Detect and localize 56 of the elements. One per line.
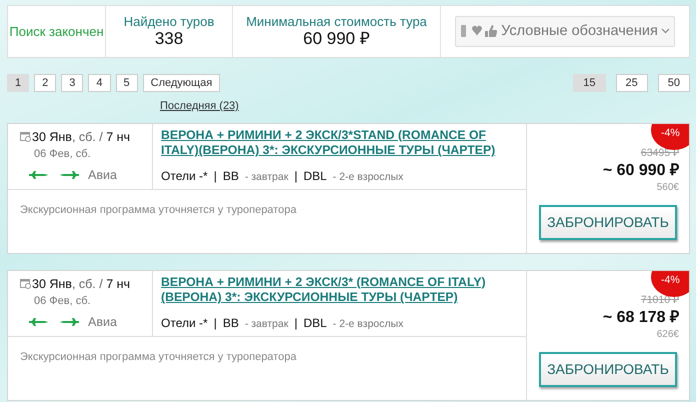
page-button[interactable]: 3 — [61, 74, 84, 92]
plane-icon — [58, 170, 80, 180]
separator: | — [294, 168, 298, 186]
page-button[interactable]: 4 — [88, 74, 110, 92]
detail-description: - завтрак — [244, 170, 288, 186]
departure-date: 30 Янв, сб. / 7 нч — [32, 128, 130, 146]
plane-icon — [28, 317, 50, 328]
page-button[interactable]: 5 — [116, 74, 138, 92]
transport-type: Авиа — [88, 314, 117, 331]
detail-value: BB — [222, 168, 239, 186]
page-size-button[interactable]: 15 — [573, 74, 606, 92]
discount-badge: -4% — [651, 124, 689, 150]
legend-icons — [460, 24, 498, 38]
min-price-label: Минимальная стоимость тура — [246, 14, 427, 30]
detail-description: - 2-е взрослых — [332, 317, 404, 332]
price-eur: 626€ — [656, 328, 679, 342]
plane-icon — [28, 170, 50, 180]
plane-icon — [58, 317, 80, 328]
tour-title-link[interactable]: ВЕРОНА + РИМИНИ + 2 ЭКСК/3* (ROMANCE OF ITALY) (ВЕРОНА) 3*: ЭКСКУРСИОННЫЕ ТУРЫ (ЧАРТЕР) — [161, 274, 518, 306]
hotel-category: Отели -* — [161, 168, 208, 186]
hotel-category: Отели -* — [161, 315, 208, 332]
search-status: Поиск закончен — [9, 24, 104, 40]
price: ~ 68 178 ₽ — [602, 308, 679, 328]
page-button[interactable]: 1 — [7, 74, 30, 92]
next-page-button[interactable]: Следующая — [142, 74, 220, 92]
page-size-button[interactable]: 25 — [616, 74, 648, 92]
detail-value: DBL — [303, 315, 327, 332]
separator: | — [214, 315, 217, 332]
departure-date: 30 Янв, сб. / 7 нч — [32, 276, 130, 292]
book-button[interactable]: ЗАБРОНИРОВАТЬ — [539, 205, 677, 240]
caret-icon — [660, 28, 670, 34]
page-size-button[interactable]: 50 — [658, 74, 690, 92]
tours-found-value: 338 — [154, 29, 184, 50]
page-button[interactable]: 2 — [34, 74, 56, 92]
detail-value: DBL — [303, 168, 327, 186]
separator: | — [214, 168, 217, 186]
return-date: 06 Фев, сб. — [34, 147, 92, 162]
transport-type: Авиа — [88, 166, 117, 184]
tour-note: Экскурсионная программа уточняется у туроператора — [19, 202, 298, 218]
legend-dropdown[interactable]: Условные обозначения — [455, 16, 675, 48]
separator: | — [294, 315, 298, 332]
price-eur: 560€ — [656, 181, 679, 196]
min-price-value: 60 990 ₽ — [303, 29, 370, 50]
price: ~ 60 990 ₽ — [602, 161, 679, 180]
last-page-link[interactable]: Последняя (23) — [160, 98, 239, 114]
detail-value: BB — [222, 315, 239, 332]
tour-title-link[interactable]: ВЕРОНА + РИМИНИ + 2 ЭКСК/3*STAND (ROMANCE OF ITALY)(ВЕРОНА) 3*: ЭКСКУРСИОННЫЕ ТУРЫ (ЧАРТЕР) — [161, 128, 518, 160]
calendar-icon — [20, 278, 31, 290]
detail-description: - завтрак — [244, 317, 288, 332]
detail-description: - 2-е взрослых — [332, 170, 404, 186]
tour-note: Экскурсионная программа уточняется у туроператора — [19, 350, 298, 364]
discount-badge: -4% — [651, 270, 689, 296]
return-date: 06 Фев, сб. — [34, 294, 92, 310]
calendar-icon — [20, 131, 31, 142]
tours-found-label: Найдено туров — [124, 14, 214, 30]
book-button[interactable]: ЗАБРОНИРОВАТЬ — [539, 352, 677, 388]
